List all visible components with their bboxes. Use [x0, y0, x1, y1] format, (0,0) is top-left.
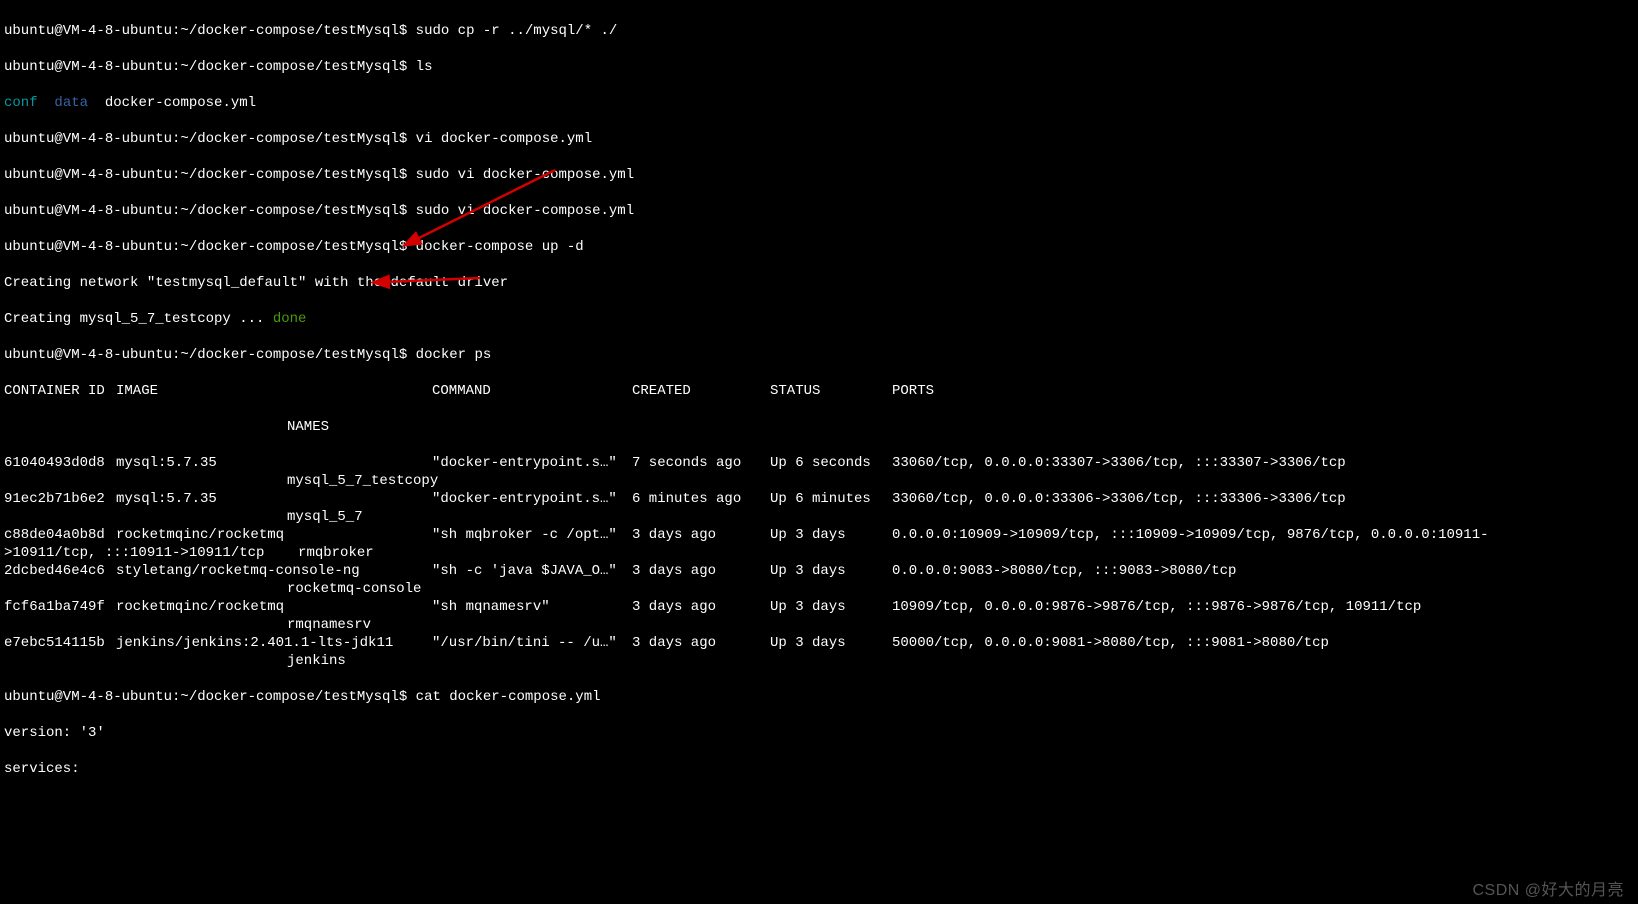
line-cmd: ubuntu@VM-4-8-ubuntu:~/docker-compose/te…	[4, 22, 1634, 40]
col-ports: PORTS	[892, 383, 934, 399]
col-created: CREATED	[632, 382, 770, 400]
col-image: IMAGE	[116, 382, 432, 400]
line-output: services:	[4, 760, 1634, 778]
terminal-output[interactable]: ubuntu@VM-4-8-ubuntu:~/docker-compose/te…	[0, 0, 1638, 904]
table-row-name: rocketmq-console	[4, 580, 1634, 598]
col-cmd: COMMAND	[432, 382, 632, 400]
table-row-name: mysql_5_7	[4, 508, 1634, 526]
line-output: version: '3'	[4, 724, 1634, 742]
line-output: Creating mysql_5_7_testcopy ... done	[4, 310, 1634, 328]
line-output: Creating network "testmysql_default" wit…	[4, 274, 1634, 292]
table-row: e7ebc514115bjenkins/jenkins:2.401.1-lts-…	[4, 634, 1634, 652]
line-cmd: ubuntu@VM-4-8-ubuntu:~/docker-compose/te…	[4, 346, 1634, 364]
line-cmd: ubuntu@VM-4-8-ubuntu:~/docker-compose/te…	[4, 202, 1634, 220]
ps-header: CONTAINER IDIMAGECOMMANDCREATEDSTATUSPOR…	[4, 382, 1634, 400]
col-status: STATUS	[770, 382, 892, 400]
line-cmd: ubuntu@VM-4-8-ubuntu:~/docker-compose/te…	[4, 130, 1634, 148]
table-row: fcf6a1ba749frocketmqinc/rocketmq"sh mqna…	[4, 598, 1634, 616]
line-cmd: ubuntu@VM-4-8-ubuntu:~/docker-compose/te…	[4, 688, 1634, 706]
line-cmd: ubuntu@VM-4-8-ubuntu:~/docker-compose/te…	[4, 238, 1634, 256]
line-cmd: ubuntu@VM-4-8-ubuntu:~/docker-compose/te…	[4, 166, 1634, 184]
col-id: CONTAINER ID	[4, 382, 116, 400]
table-row: 91ec2b71b6e2mysql:5.7.35"docker-entrypoi…	[4, 490, 1634, 508]
table-row: 61040493d0d8mysql:5.7.35"docker-entrypoi…	[4, 454, 1634, 472]
line-cmd: ubuntu@VM-4-8-ubuntu:~/docker-compose/te…	[4, 58, 1634, 76]
line-ls-output: conf data docker-compose.yml	[4, 94, 1634, 112]
table-row-name: mysql_5_7_testcopy	[4, 472, 1634, 490]
table-row-name: jenkins	[4, 652, 1634, 670]
table-row: 2dcbed46e4c6styletang/rocketmq-console-n…	[4, 562, 1634, 580]
ps-header-names: NAMES	[4, 418, 1634, 436]
table-row-name: >10911/tcp, :::10911->10911/tcp rmqbroke…	[4, 544, 1634, 562]
table-row-name: rmqnamesrv	[4, 616, 1634, 634]
watermark: CSDN @好大的月亮	[1472, 882, 1624, 900]
